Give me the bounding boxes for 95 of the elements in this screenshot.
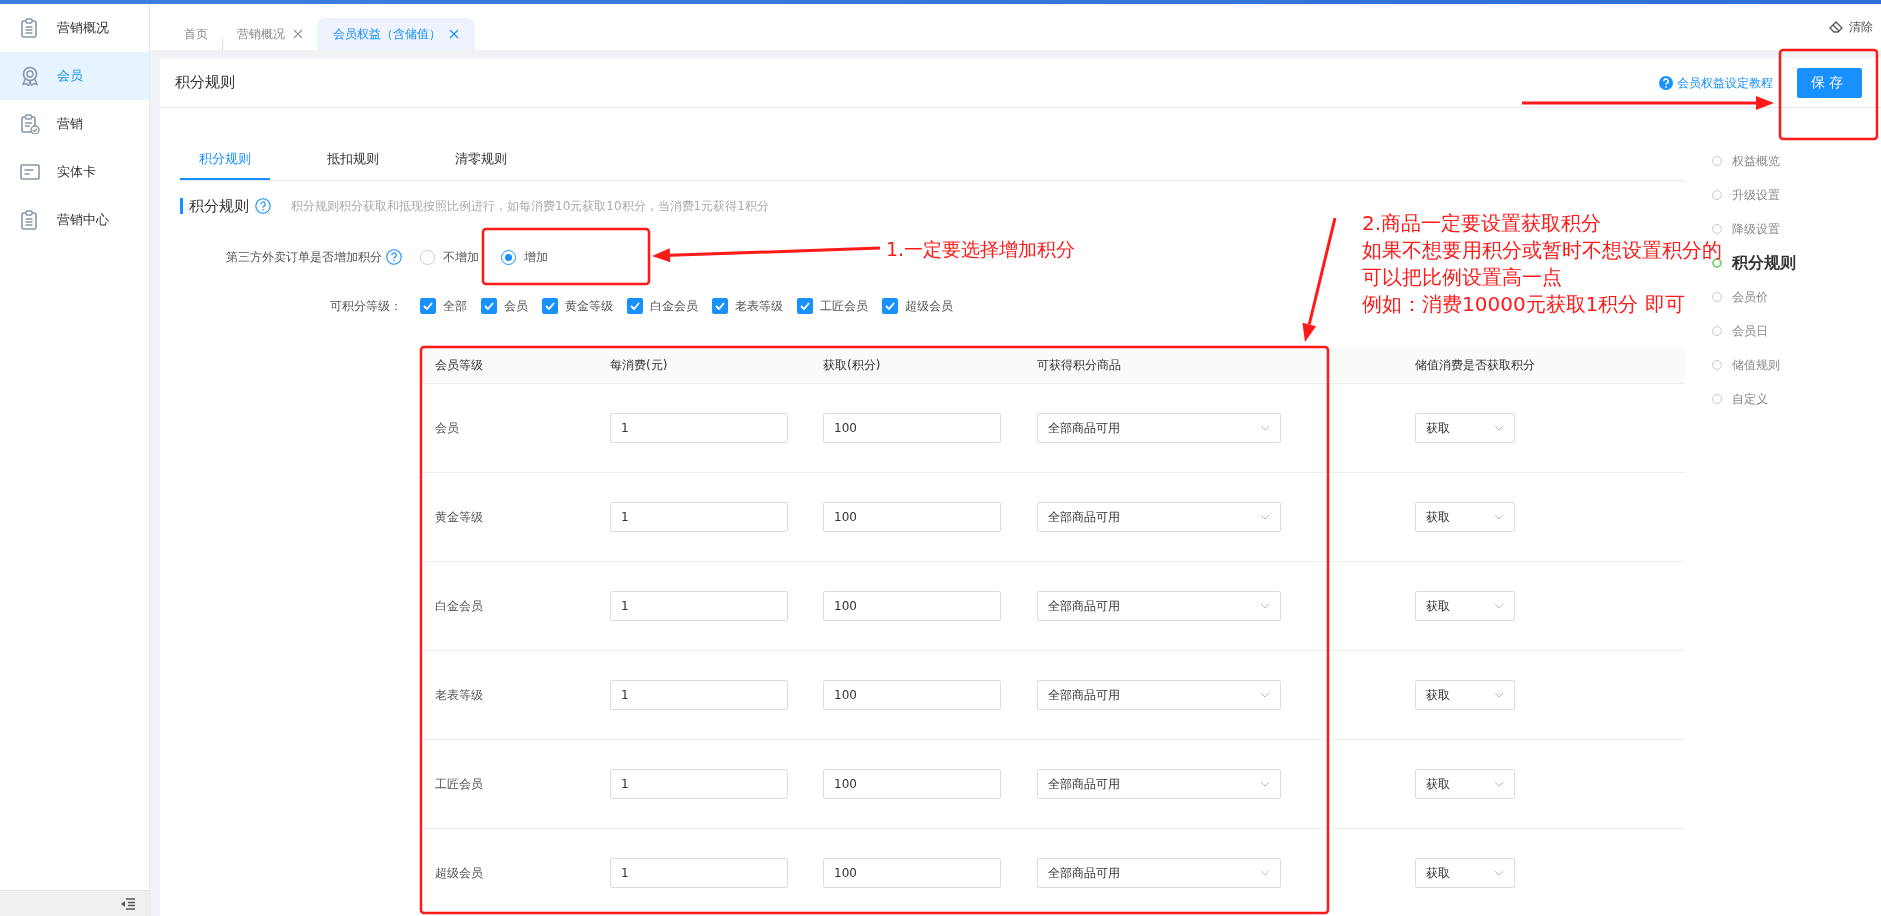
checkbox-option[interactable]: 会员 xyxy=(481,297,528,315)
column-header: 每消费(元) xyxy=(610,356,669,374)
table-cell-text: 白金会员 xyxy=(434,598,484,615)
radio-option[interactable]: 增加 xyxy=(501,248,548,266)
annotation-note: 1.一定要选择增加积分 xyxy=(886,237,1076,262)
field-label: 第三方外卖订单是否增加积分 xyxy=(226,249,382,266)
dropdown[interactable]: 获取 xyxy=(1415,680,1515,710)
check-icon xyxy=(800,302,810,310)
column-header: 储值消费是否获取积分 xyxy=(1415,356,1536,374)
table-cell-text: 黄金等级 xyxy=(434,509,484,526)
page-title: 积分规则 xyxy=(175,72,235,94)
table-cell-text: 超级会员 xyxy=(434,865,484,882)
radio-option[interactable]: 不增加 xyxy=(420,248,479,266)
text-input[interactable]: 1 xyxy=(610,680,788,710)
chevron-down-icon xyxy=(1494,870,1504,876)
anchor-link[interactable]: 升级设置 xyxy=(1712,178,1881,212)
text-input[interactable]: 1 xyxy=(610,413,788,443)
sidebar-item[interactable]: 营销概况 xyxy=(0,4,149,52)
anchor-link[interactable]: 权益概览 xyxy=(1712,144,1881,178)
section-marker xyxy=(180,198,183,214)
dropdown[interactable]: 获取 xyxy=(1415,591,1515,621)
clipboard-icon xyxy=(20,18,40,38)
table-cell-text: 老表等级 xyxy=(434,687,484,704)
chevron-down-icon xyxy=(1494,514,1504,520)
chevron-down-icon xyxy=(1494,425,1504,431)
text-input[interactable]: 1 xyxy=(610,502,788,532)
text-input[interactable]: 100 xyxy=(823,502,1001,532)
chevron-down-icon xyxy=(1260,692,1270,698)
text-input[interactable]: 1 xyxy=(610,769,788,799)
check-icon xyxy=(484,302,494,310)
checkbox-option[interactable]: 黄金等级 xyxy=(542,297,613,315)
check-icon xyxy=(423,302,433,310)
clear-button[interactable]: 清除 xyxy=(1829,18,1873,36)
chevron-down-icon xyxy=(1260,514,1270,520)
dropdown[interactable]: 获取 xyxy=(1415,413,1515,443)
dropdown[interactable]: 获取 xyxy=(1415,858,1515,888)
tab[interactable]: 首页 xyxy=(170,18,222,50)
check-icon xyxy=(715,302,725,310)
tab[interactable]: 抵扣规则 xyxy=(308,140,398,180)
collapse-menu-icon[interactable] xyxy=(121,897,135,910)
card-icon xyxy=(20,162,40,182)
chevron-down-icon xyxy=(1494,603,1504,609)
sidebar-item[interactable]: 实体卡 xyxy=(0,148,149,196)
checkbox-option[interactable]: 全部 xyxy=(420,297,467,315)
help-icon[interactable] xyxy=(255,198,271,214)
help-icon[interactable] xyxy=(386,249,402,265)
dropdown[interactable]: 获取 xyxy=(1415,502,1515,532)
anchor-link[interactable]: 储值规则 xyxy=(1712,348,1881,382)
sidebar-item[interactable]: 营销中心 xyxy=(0,196,149,244)
anchor-link[interactable]: 自定义 xyxy=(1712,382,1881,416)
dropdown[interactable]: 全部商品可用 xyxy=(1037,502,1281,532)
section-description: 积分规则积分获取和抵现按照比例进行，如每消费10元获取10积分，当消费1元获得1积分 xyxy=(291,198,769,215)
close-icon[interactable] xyxy=(449,29,459,39)
dropdown[interactable]: 全部商品可用 xyxy=(1037,858,1281,888)
chevron-down-icon xyxy=(1494,781,1504,787)
checkbox-option[interactable]: 白金会员 xyxy=(627,297,698,315)
text-input[interactable]: 100 xyxy=(823,858,1001,888)
checkbox-option[interactable]: 工匠会员 xyxy=(797,297,868,315)
check-icon xyxy=(630,302,640,310)
table-cell-text: 会员 xyxy=(434,420,460,437)
dropdown[interactable]: 全部商品可用 xyxy=(1037,591,1281,621)
chevron-down-icon xyxy=(1260,870,1270,876)
dropdown[interactable]: 全部商品可用 xyxy=(1037,413,1281,443)
text-input[interactable]: 100 xyxy=(823,680,1001,710)
checkbox-option[interactable]: 超级会员 xyxy=(882,297,953,315)
column-header: 可获得积分商品 xyxy=(1037,356,1122,374)
clipboard-icon xyxy=(20,210,40,230)
check-icon xyxy=(545,302,555,310)
eraser-icon xyxy=(1829,20,1843,34)
chevron-down-icon xyxy=(1494,692,1504,698)
check-icon xyxy=(885,302,895,310)
award-icon xyxy=(20,66,40,86)
column-header: 获取(积分) xyxy=(823,356,882,374)
text-input[interactable]: 1 xyxy=(610,591,788,621)
chevron-down-icon xyxy=(1260,603,1270,609)
tab[interactable]: 清零规则 xyxy=(436,140,526,180)
dropdown[interactable]: 获取 xyxy=(1415,769,1515,799)
chevron-down-icon xyxy=(1260,425,1270,431)
chevron-down-icon xyxy=(1260,781,1270,787)
sidebar-item[interactable]: 营销 xyxy=(0,100,149,148)
section-title: 积分规则 xyxy=(189,195,249,217)
text-input[interactable]: 100 xyxy=(823,769,1001,799)
dropdown[interactable]: 全部商品可用 xyxy=(1037,680,1281,710)
help-icon xyxy=(1659,75,1673,90)
tab[interactable]: 营销概况 xyxy=(223,18,317,50)
text-input[interactable]: 100 xyxy=(823,413,1001,443)
table-cell-text: 工匠会员 xyxy=(434,776,484,793)
dropdown[interactable]: 全部商品可用 xyxy=(1037,769,1281,799)
close-icon[interactable] xyxy=(293,29,303,39)
text-input[interactable]: 100 xyxy=(823,591,1001,621)
field-label: 可积分等级： xyxy=(330,298,402,315)
clipboard-check-icon xyxy=(20,114,40,134)
text-input[interactable]: 1 xyxy=(610,858,788,888)
checkbox-option[interactable]: 老表等级 xyxy=(712,297,783,315)
column-header: 会员等级 xyxy=(434,356,484,374)
